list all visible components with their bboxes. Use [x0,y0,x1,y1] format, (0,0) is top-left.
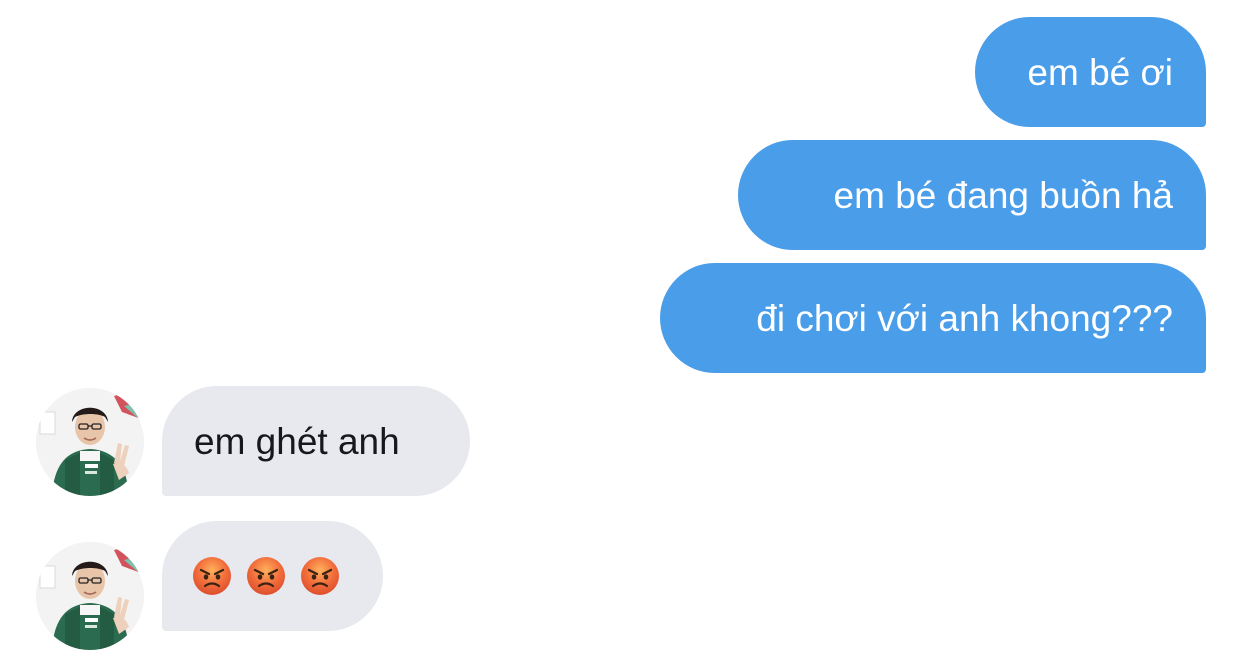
sent-message-bubble[interactable]: em bé ơi [975,17,1206,127]
contact-avatar[interactable] [36,388,144,496]
angry-face-emoji [192,556,232,596]
angry-face-emoji [246,556,286,596]
contact-avatar[interactable] [36,542,144,650]
message-text: em bé đang buồn hả [833,174,1173,216]
received-message-bubble[interactable]: em ghét anh [162,386,470,496]
chat-thread: em bé ơi em bé đang buồn hả đi chơi với … [0,0,1242,670]
avatar-photo-icon [36,388,144,496]
sent-message-bubble[interactable]: đi chơi với anh khong??? [660,263,1206,373]
avatar-photo-icon [36,542,144,650]
received-emoji-message-bubble[interactable] [162,521,383,631]
angry-face-emoji [300,556,340,596]
message-text: em bé ơi [1027,51,1173,93]
sent-message-bubble[interactable]: em bé đang buồn hả [738,140,1206,250]
message-text: đi chơi với anh khong??? [756,297,1173,339]
message-text: em ghét anh [194,420,400,462]
